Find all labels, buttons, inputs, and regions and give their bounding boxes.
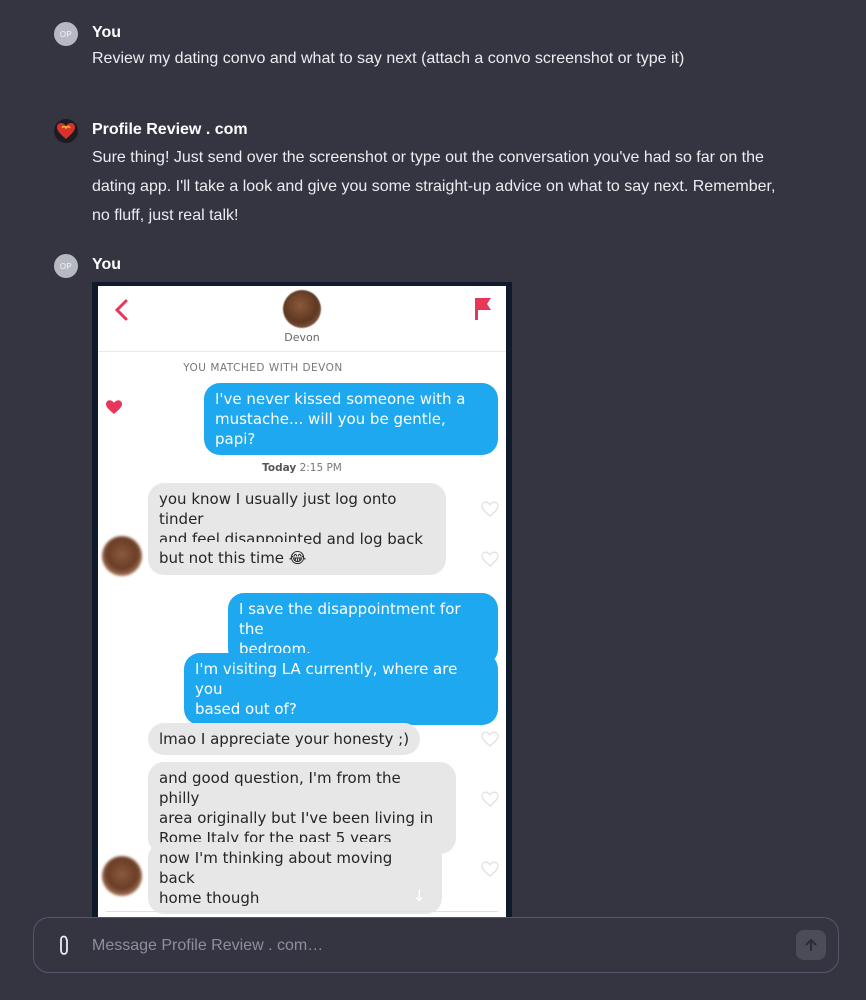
message-line: but not this time 😂 <box>159 549 307 567</box>
back-chevron-icon <box>114 299 128 321</box>
scroll-down-arrow-icon: ↓ <box>412 886 426 905</box>
like-heart-icon <box>481 551 499 567</box>
timestamp-day: Today <box>262 462 297 474</box>
message-line: area originally but I've been living in <box>159 809 434 827</box>
message-composer[interactable]: Message Profile Review . com… <box>33 917 839 973</box>
message-line: mustache... will you be gentle, papi? <box>215 410 446 448</box>
received-message: now I'm thinking about moving back home … <box>148 842 442 914</box>
message-line: I'm visiting LA currently, where are you <box>195 660 458 698</box>
phone-screen: Devon YOU MATCHED WITH DEVON I've never … <box>98 286 506 918</box>
received-message: lmao I appreciate your honesty ;) <box>148 723 421 755</box>
received-message: and good question, I'm from the philly a… <box>148 762 456 854</box>
paperclip-icon[interactable] <box>54 934 74 958</box>
sent-message: I've never kissed someone with a mustach… <box>204 383 498 455</box>
message-line: and good question, I'm from the philly <box>159 769 401 807</box>
like-heart-icon <box>481 501 499 517</box>
contact-name: Devon <box>284 331 320 344</box>
message-line: now I'm thinking about moving back <box>159 849 393 887</box>
message-line: lmao I appreciate your honesty ;) <box>159 730 410 748</box>
message-line: I've never kissed someone with a <box>215 390 466 408</box>
report-flag-icon <box>475 298 491 320</box>
message-line: Sure thing! Just send over the screensho… <box>92 149 764 166</box>
contact-avatar <box>102 536 142 576</box>
timestamp: Today 2:15 PM <box>98 462 506 474</box>
message-author: Profile Review . com <box>92 121 248 138</box>
message-input[interactable]: Message Profile Review . com… <box>92 937 323 955</box>
heart-logo-icon <box>57 123 75 139</box>
bot-avatar <box>54 119 78 143</box>
message-text: Review my dating convo and what to say n… <box>92 50 685 67</box>
message-line: you know I usually just log onto tinder <box>159 490 397 528</box>
message-line: dating app. I'll take a look and give yo… <box>92 178 776 195</box>
message-user-1: OP You Review my dating convo and what t… <box>54 22 826 72</box>
message-line: no fluff, just real talk! <box>92 207 239 224</box>
liked-heart-icon <box>106 400 122 414</box>
message-author: You <box>92 256 122 273</box>
send-button[interactable] <box>796 930 826 960</box>
message-line: I save the disappointment for the <box>239 600 461 638</box>
like-heart-icon <box>481 731 499 747</box>
message-assistant: Profile Review . com Sure thing! Just se… <box>54 119 826 234</box>
arrow-up-icon <box>805 939 817 951</box>
like-heart-icon <box>481 791 499 807</box>
sent-message: I'm visiting LA currently, where are you… <box>184 653 498 725</box>
like-heart-icon <box>481 861 499 877</box>
chat-header: Devon <box>98 286 506 352</box>
matched-label: YOU MATCHED WITH DEVON <box>183 362 343 374</box>
message-text: Sure thing! Just send over the screensho… <box>92 143 775 230</box>
message-user-2: OP You <box>54 254 826 284</box>
contact-avatar <box>102 856 142 896</box>
message-author: You <box>92 24 122 41</box>
message-line: home though <box>159 889 260 907</box>
attached-screenshot[interactable]: Devon YOU MATCHED WITH DEVON I've never … <box>92 282 512 918</box>
user-avatar: OP <box>54 254 78 278</box>
divider <box>106 911 498 912</box>
contact-avatar <box>283 290 321 328</box>
user-avatar: OP <box>54 22 78 46</box>
message-line: based out of? <box>195 700 297 718</box>
received-message: but not this time 😂 <box>148 542 318 574</box>
timestamp-time: 2:15 PM <box>299 462 342 474</box>
